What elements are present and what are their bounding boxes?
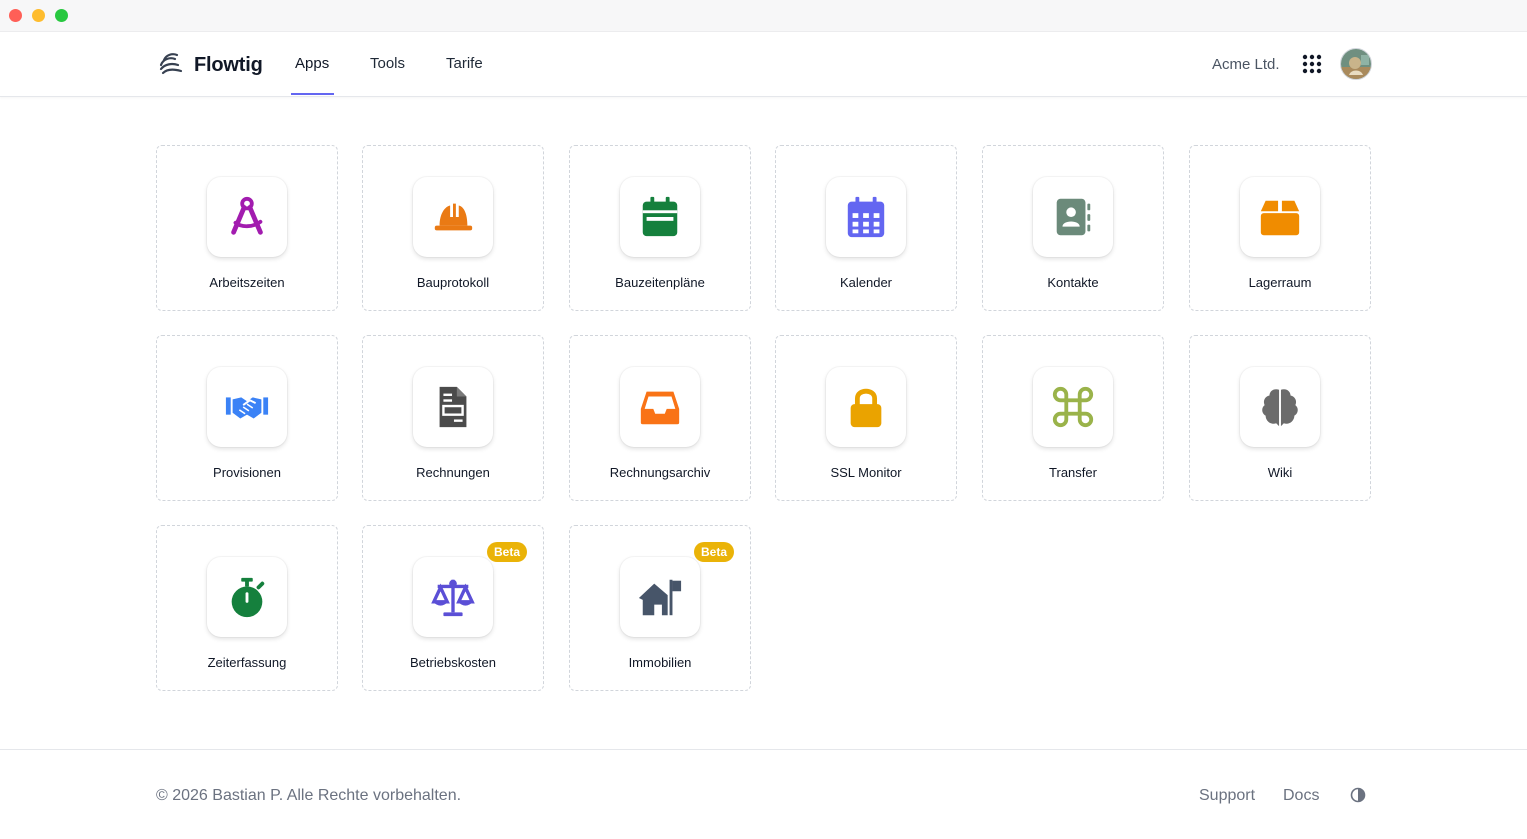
theme-toggle-icon[interactable] — [1350, 787, 1366, 803]
nav-tools[interactable]: Tools — [370, 55, 405, 72]
app-card-provisionen[interactable]: Provisionen — [156, 335, 338, 501]
app-label: Wiki — [1267, 465, 1293, 480]
brain-icon — [1262, 389, 1298, 427]
close-window-button[interactable] — [9, 9, 22, 22]
active-nav-indicator — [291, 93, 334, 95]
hard-hat-icon — [434, 203, 473, 231]
app-card-kontakte[interactable]: Kontakte — [982, 145, 1164, 311]
app-card-ssl-monitor[interactable]: SSL Monitor — [775, 335, 957, 501]
minimize-window-button[interactable] — [32, 9, 45, 22]
app-label: Betriebskosten — [410, 655, 496, 670]
house-flag-icon — [638, 579, 682, 616]
docs-link[interactable]: Docs — [1283, 787, 1319, 805]
beta-badge: Beta — [486, 542, 527, 562]
app-label: Kontakte — [1047, 275, 1099, 290]
app-label: Bauzeitenpläne — [615, 275, 705, 290]
top-navbar: Flowtig Apps Tools Tarife Acme Ltd. — [0, 32, 1527, 97]
beta-badge: Beta — [693, 542, 734, 562]
scale-balanced-icon — [431, 579, 475, 617]
page-footer: © 2026 Bastian P. Alle Rechte vorbehalte… — [0, 749, 1527, 839]
app-label: Kalender — [839, 275, 893, 290]
app-label: Immobilien — [628, 655, 692, 670]
app-card-wiki[interactable]: Wiki — [1189, 335, 1371, 501]
app-label: SSL Monitor — [830, 465, 902, 480]
lock-icon — [850, 388, 882, 428]
user-avatar[interactable] — [1340, 48, 1372, 80]
app-card-kalender[interactable]: Kalender — [775, 145, 957, 311]
copyright-text: © 2026 Bastian P. Alle Rechte vorbehalte… — [156, 787, 462, 804]
box-icon — [1260, 200, 1300, 236]
support-link[interactable]: Support — [1199, 787, 1255, 805]
app-grid-icon[interactable] — [1300, 52, 1324, 76]
stopwatch-icon — [231, 577, 265, 618]
inbox-icon — [640, 391, 680, 425]
app-card-rechnungen[interactable]: Rechnungen — [362, 335, 544, 501]
app-label: Transfer — [1049, 465, 1097, 480]
app-card-betriebskosten[interactable]: Beta Betriebskosten — [362, 525, 544, 691]
calendar-icon — [642, 196, 678, 237]
flowtig-logo-icon — [158, 50, 184, 81]
app-label: Arbeitszeiten — [209, 275, 285, 290]
app-card-immobilien[interactable]: Beta Immobilien — [569, 525, 751, 691]
app-card-rechnungsarchiv[interactable]: Rechnungsarchiv — [569, 335, 751, 501]
app-label: Lagerraum — [1248, 275, 1312, 290]
file-invoice-icon — [439, 386, 467, 428]
drafting-compass-icon — [231, 196, 263, 235]
nav-tarife[interactable]: Tarife — [446, 55, 483, 72]
app-card-bauprotokoll[interactable]: Bauprotokoll — [362, 145, 544, 311]
app-label: Rechnungsarchiv — [609, 465, 711, 480]
app-label: Bauprotokoll — [416, 275, 490, 290]
app-card-transfer[interactable]: Transfer — [982, 335, 1164, 501]
app-label: Provisionen — [213, 465, 281, 480]
handshake-icon — [225, 397, 269, 419]
app-card-arbeitszeiten[interactable]: Arbeitszeiten — [156, 145, 338, 311]
command-icon — [1052, 386, 1094, 428]
app-label: Zeiterfassung — [207, 655, 287, 670]
app-label: Rechnungen — [416, 465, 490, 480]
calendar-days-icon — [847, 196, 885, 238]
organization-name[interactable]: Acme Ltd. — [1212, 56, 1280, 73]
app-card-bauzeitenplaene[interactable]: Bauzeitenpläne — [569, 145, 751, 311]
app-card-zeiterfassung[interactable]: Zeiterfassung — [156, 525, 338, 691]
brand-logo[interactable]: Flowtig — [158, 50, 263, 81]
app-card-lagerraum[interactable]: Lagerraum — [1189, 145, 1371, 311]
nav-apps[interactable]: Apps — [295, 55, 329, 72]
address-book-icon — [1056, 198, 1091, 236]
brand-name: Flowtig — [194, 54, 263, 76]
window-titlebar — [0, 0, 1527, 32]
maximize-window-button[interactable] — [55, 9, 68, 22]
